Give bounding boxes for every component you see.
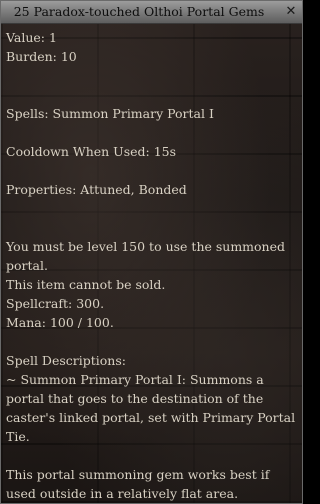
usage-note-line1: This portal summoning gem works best if [6,467,270,482]
usage-note-line2: used outside in a relatively flat area. [6,486,239,501]
mana-text: Mana: 100 / 100. [6,315,114,330]
spell-description-line3: caster's linked portal, set with Primary… [6,410,296,425]
spell-description-line4: Tie. [6,429,30,444]
level-requirement-line2: portal. [6,258,48,273]
cooldown-text: Cooldown When Used: 15s [6,144,177,159]
burden-text: Burden: 10 [6,49,77,64]
spellcraft-text: Spellcraft: 300. [6,296,105,311]
value-text: Value: 1 [6,30,57,45]
properties-text: Properties: Attuned, Bonded [6,182,187,197]
spells-text: Spells: Summon Primary Portal I [6,106,214,121]
spell-description-line1: ~ Summon Primary Portal I: Summons a [6,372,264,387]
spell-descriptions-header: Spell Descriptions: [6,353,126,368]
cannot-sell-text: This item cannot be sold. [6,277,166,292]
title-bar[interactable]: 25 Paradox-touched Olthoi Portal Gems ✕ [1,1,302,24]
item-details: Value: 1 Burden: 10 Spells: Summon Prima… [6,28,298,503]
window-title: 25 Paradox-touched Olthoi Portal Gems [13,4,265,19]
level-requirement-line1: You must be level 150 to use the summone… [6,239,286,254]
close-icon[interactable]: ✕ [283,4,299,20]
item-info-window: 25 Paradox-touched Olthoi Portal Gems ✕ … [0,0,303,504]
spell-description-line2: portal that goes to the destination of t… [6,391,264,406]
